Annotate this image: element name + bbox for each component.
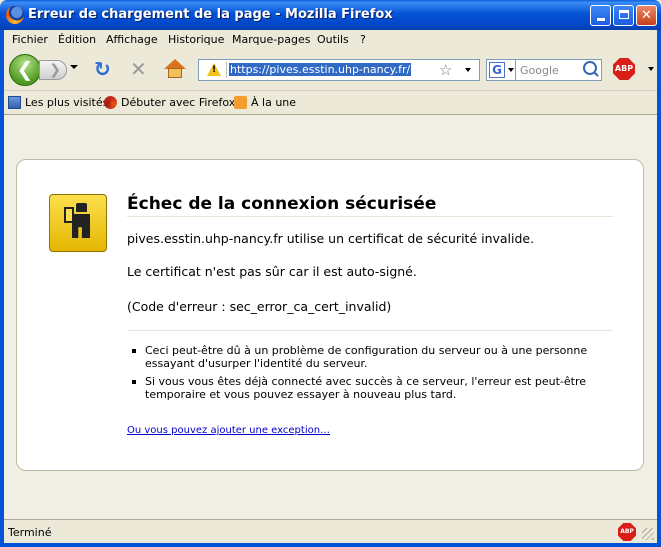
list-item: Ceci peut-être dû à un problème de confi… [127,344,597,370]
forward-button[interactable]: ❯ [39,60,67,80]
home-body [168,68,182,78]
back-button[interactable]: ❮ [9,54,41,86]
minimize-icon [596,18,605,21]
warning-mark: ! [212,65,217,75]
error-line-invalid-cert: pives.esstin.uhp-nancy.fr utilise un cer… [127,231,535,246]
rss-icon [234,96,247,109]
history-dropdown-icon[interactable] [70,65,78,69]
bookmark-star-icon[interactable]: ☆ [439,61,452,79]
back-arrow-icon: ❮ [16,57,34,81]
close-icon: ✕ [641,8,652,23]
bookmark-label: Débuter avec Firefox [121,96,236,109]
error-code: (Code d'erreur : sec_error_ca_cert_inval… [127,299,392,314]
bookmark-headlines[interactable]: À la une [234,96,296,109]
officer-figure [64,203,94,243]
address-separator [226,62,227,78]
bookmark-label: À la une [251,96,297,109]
security-officer-icon [49,194,107,252]
close-button[interactable]: ✕ [636,5,657,26]
firefox-bookmark-icon [104,96,117,109]
bookmark-most-visited[interactable]: Les plus visités [8,96,108,109]
search-engine-icon[interactable]: G [489,62,505,78]
menu-historique[interactable]: Historique [168,33,224,46]
title-bar[interactable]: Erreur de chargement de la page - Mozill… [0,0,661,30]
error-title: Échec de la connexion sécurisée [127,194,437,214]
firefox-icon [6,6,24,24]
menu-fichier[interactable]: Fichier [12,33,48,46]
window-frame-bottom [0,543,661,547]
error-line-self-signed: Le certificat n'est pas sûr car il est a… [127,264,417,279]
address-bar[interactable]: ! https://pives.esstin.uhp-nancy.fr/ ☆ [198,59,480,81]
window-frame-right [657,30,661,547]
search-icon[interactable] [583,61,597,75]
menu-help[interactable]: ? [360,33,366,46]
resize-grip[interactable] [642,528,654,540]
error-explanations: Ceci peut-être dû à un problème de confi… [127,344,597,406]
window-title: Erreur de chargement de la page - Mozill… [28,7,393,22]
details-divider [127,330,613,331]
status-text: Terminé [8,526,52,539]
status-bar: Terminé ABP [4,519,657,544]
title-divider [127,216,613,217]
adblock-status-icon[interactable]: ABP [618,523,636,541]
forward-arrow-icon: ❯ [49,62,61,78]
bookmark-label: Les plus visités [25,96,109,109]
bookmark-folder-icon [8,96,21,109]
menu-affichage[interactable]: Affichage [106,33,158,46]
maximize-icon [618,10,629,19]
browser-window: Erreur de chargement de la page - Mozill… [0,0,661,547]
menu-bar: Fichier Édition Affichage Historique Mar… [4,30,657,50]
adblock-icon[interactable]: ABP [613,58,635,80]
adblock-dropdown-icon[interactable] [648,67,654,71]
search-separator [515,60,516,80]
bookmark-getting-started[interactable]: Débuter avec Firefox [104,96,235,109]
url-dropdown-icon[interactable] [465,68,471,72]
officer-head [76,203,87,212]
search-box[interactable]: G Google [486,59,602,81]
list-item: Si vous vous êtes déjà connecté avec suc… [127,375,597,401]
menu-edition[interactable]: Édition [58,33,96,46]
search-engine-dropdown-icon[interactable] [508,68,514,72]
bookmarks-toolbar: Les plus visités Débuter avec Firefox À … [4,90,657,113]
search-input[interactable]: Google [520,64,559,77]
url-text[interactable]: https://pives.esstin.uhp-nancy.fr/ [229,63,412,76]
window-frame-left [0,30,4,547]
navigation-toolbar: ❮ ❯ ↻ ✕ ! https://pives.esstin.uhp-nancy… [4,51,657,89]
minimize-button[interactable] [590,5,611,26]
error-box: Échec de la connexion sécurisée pives.es… [16,159,644,471]
page-content: Échec de la connexion sécurisée pives.es… [4,114,657,519]
reload-icon[interactable]: ↻ [94,59,114,79]
home-icon[interactable] [164,59,186,79]
menu-marque-pages[interactable]: Marque-pages [232,33,310,46]
add-exception-link[interactable]: Ou vous pouvez ajouter une exception… [127,425,330,436]
stop-icon[interactable]: ✕ [130,59,150,79]
menu-outils[interactable]: Outils [317,33,349,46]
maximize-button[interactable] [613,5,634,26]
officer-body [72,214,90,238]
